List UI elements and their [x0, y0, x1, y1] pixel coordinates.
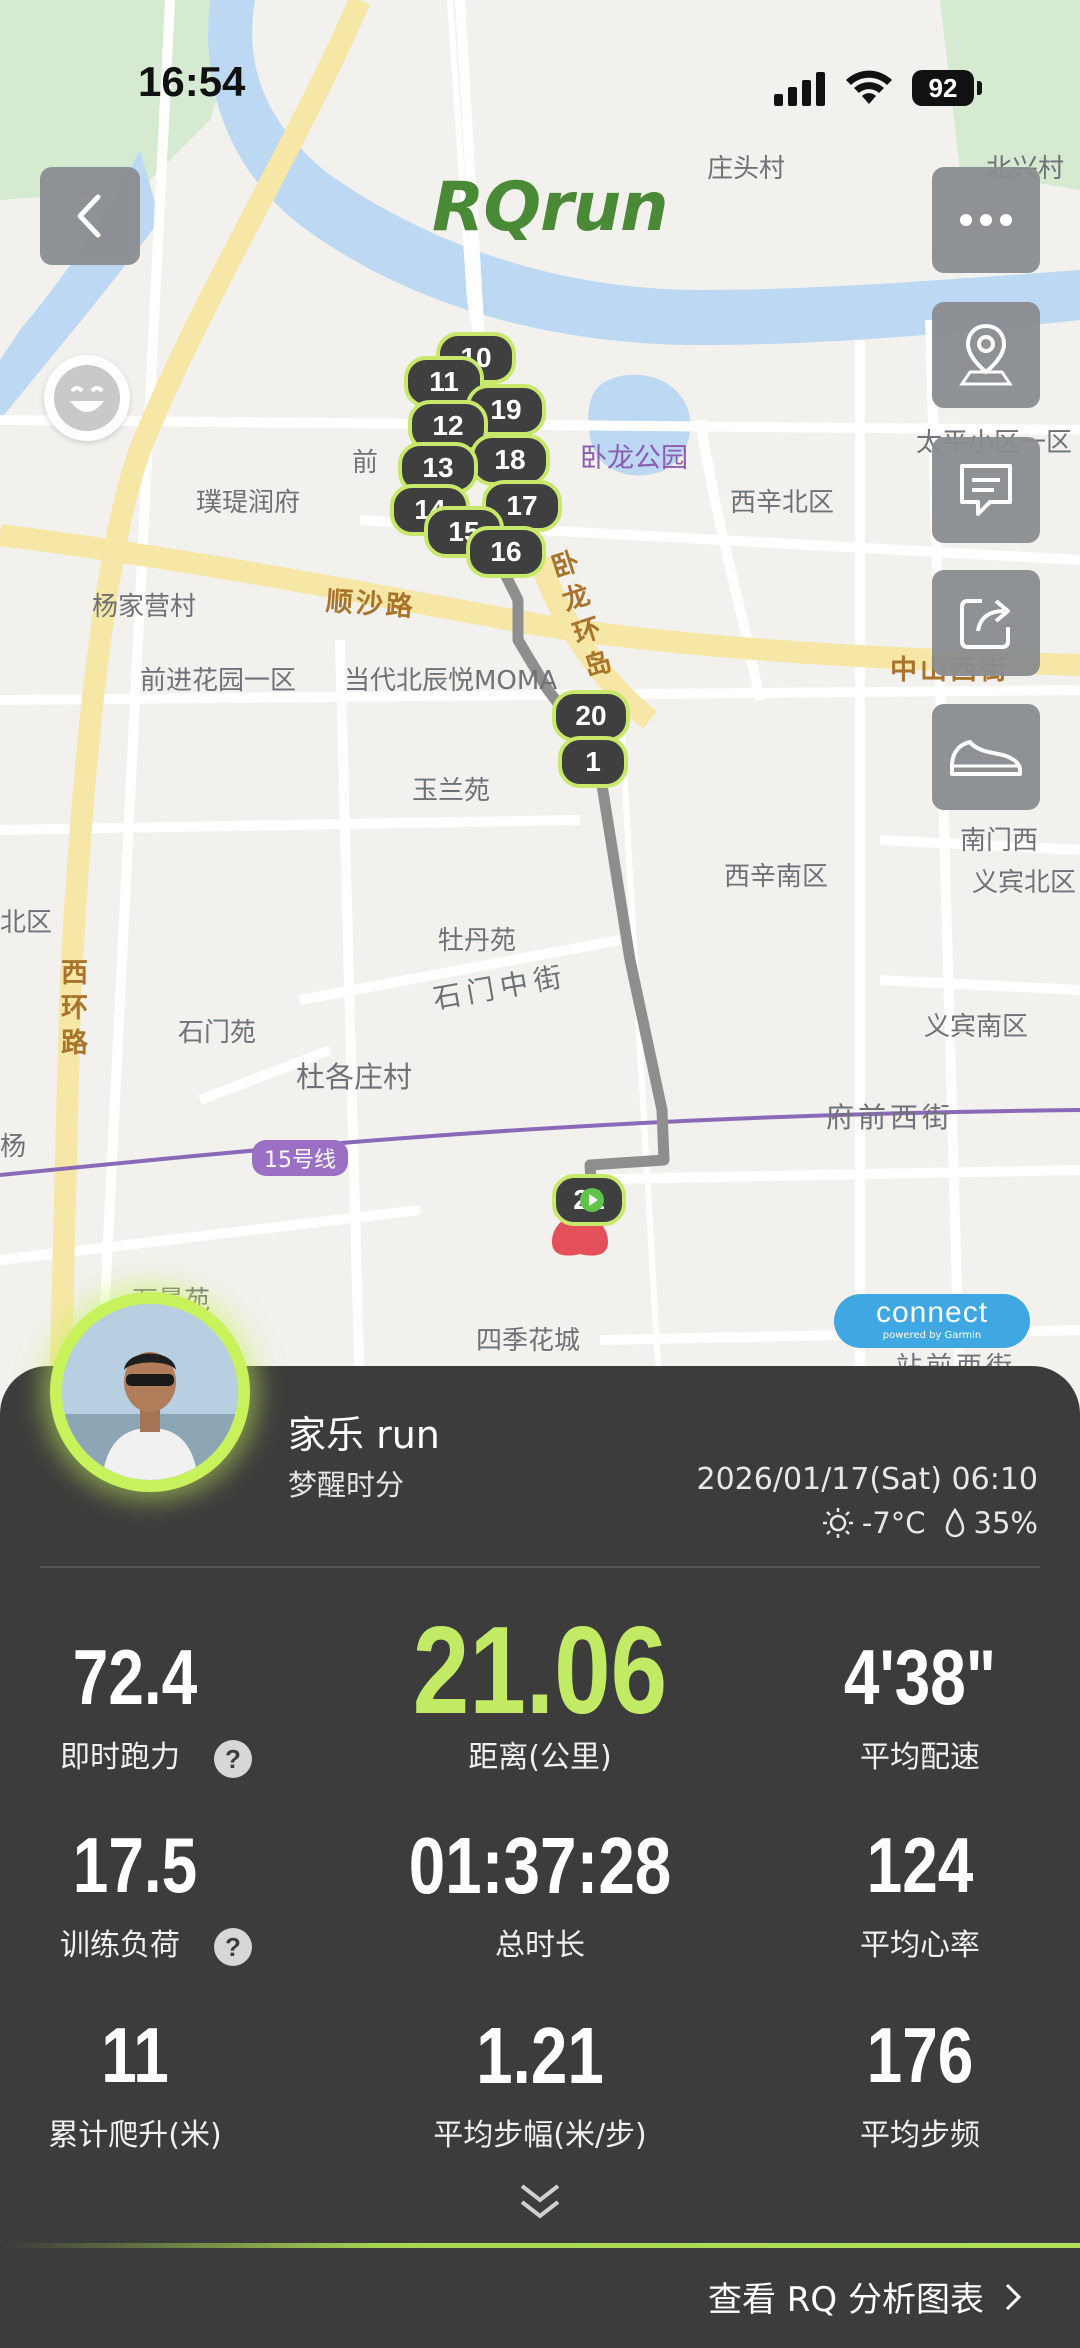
- chevron-right-icon: [1005, 2283, 1022, 2310]
- battery-indicator: 92: [912, 70, 974, 106]
- metro-line-badge: 15号线: [252, 1140, 348, 1176]
- map-label: 西辛北区: [730, 488, 835, 518]
- running-power-value: 72.4: [72, 1633, 198, 1721]
- map-label: 前进花园一区: [140, 666, 297, 696]
- map-label: 卧龙公园: [580, 443, 688, 474]
- avg-pace-label: 平均配速: [860, 1740, 980, 1775]
- elevation-label: 累计爬升(米): [48, 2118, 222, 2153]
- more-icon: [960, 214, 1012, 226]
- map-label: 西辛南区: [724, 862, 829, 892]
- avatar-photo: [62, 1304, 238, 1480]
- status-bar: 16:54 92: [0, 0, 1080, 170]
- shoe-icon: [950, 740, 1022, 776]
- running-power-label: 即时跑力?: [60, 1732, 300, 1778]
- stride-label: 平均步幅(米/步): [433, 2118, 647, 2153]
- training-load-label: 训练负荷?: [60, 1920, 300, 1966]
- status-time: 16:54: [138, 58, 246, 105]
- map-label: 牡丹苑: [438, 926, 517, 956]
- training-load-value: 17.5: [72, 1821, 198, 1909]
- battery-nub: [977, 81, 982, 95]
- map-label: 义宾北区: [972, 868, 1077, 898]
- more-button[interactable]: [932, 167, 1040, 273]
- avatar[interactable]: [50, 1292, 250, 1492]
- avg-hr-label: 平均心率: [860, 1928, 980, 1963]
- help-icon[interactable]: ?: [214, 1927, 252, 1966]
- weather: -7°C 35%: [822, 1506, 1038, 1540]
- stride-value: 1.21: [476, 2011, 604, 2100]
- map-label: 北区: [0, 908, 53, 938]
- distance-label: 距离(公里): [468, 1740, 612, 1775]
- map-label: 南门西: [960, 826, 1039, 856]
- brand-logo: RQrun: [432, 168, 669, 247]
- map-label: 璞瑅润府: [196, 488, 301, 518]
- cadence-label: 平均步频: [860, 2118, 980, 2153]
- duration-label: 总时长: [495, 1928, 585, 1963]
- avg-pace-value: 4'38": [843, 1633, 997, 1721]
- map-label: 当代北辰悦MOMA: [344, 666, 558, 696]
- chevron-left-icon: [77, 194, 101, 238]
- avg-hr-value: 124: [866, 1821, 974, 1909]
- shoe-button[interactable]: [932, 704, 1040, 810]
- share-button[interactable]: [932, 570, 1040, 676]
- rq-analysis-link[interactable]: 查看 RQ 分析图表: [708, 2272, 1022, 2321]
- km-marker[interactable]: 16: [466, 526, 546, 578]
- map-label: 杨家营村: [92, 592, 197, 622]
- share-icon: [960, 599, 1010, 649]
- rq-analysis-label: 查看 RQ 分析图表: [707, 2280, 984, 2320]
- km-marker[interactable]: 20: [552, 690, 630, 742]
- map-label: 杨: [0, 1132, 27, 1162]
- humidity: 35%: [973, 1506, 1038, 1540]
- accent-line: [0, 2243, 1080, 2248]
- map-label: 石门苑: [178, 1018, 257, 1048]
- divider: [40, 1566, 1040, 1568]
- humidity-icon: [945, 1508, 964, 1538]
- comment-icon: [960, 464, 1012, 516]
- map-label: 杜各庄村: [296, 1060, 413, 1094]
- km-marker[interactable]: 1: [558, 736, 628, 788]
- cadence-value: 176: [866, 2011, 974, 2099]
- location-button[interactable]: [932, 302, 1040, 408]
- temperature: -7°C: [861, 1506, 926, 1540]
- back-button[interactable]: [40, 167, 140, 265]
- map-label: 四季花城: [476, 1326, 581, 1356]
- help-icon[interactable]: ?: [214, 1739, 252, 1778]
- map-label: 前: [352, 448, 379, 478]
- sun-icon: [822, 1508, 853, 1538]
- garmin-connect-logo: connect powered by Garmin: [834, 1294, 1030, 1348]
- map-label: 顺沙路: [324, 585, 417, 624]
- elevation-value: 11: [101, 2011, 169, 2099]
- smiley-icon[interactable]: [44, 355, 130, 441]
- map-label: 府前西街: [826, 1101, 955, 1134]
- start-icon: [580, 1188, 604, 1212]
- map-label: 义宾南区: [924, 1012, 1029, 1042]
- duration-value: 01:37:28: [408, 1821, 672, 1910]
- comment-button[interactable]: [932, 437, 1040, 543]
- run-datetime: 2026/01/17(Sat) 06:10: [696, 1462, 1039, 1497]
- user-subtitle: 梦醒时分: [288, 1468, 405, 1502]
- map-label: 玉兰苑: [412, 776, 491, 806]
- km-marker[interactable]: 18: [470, 434, 550, 486]
- wifi-icon: [846, 70, 892, 104]
- map-label: 西环路: [56, 958, 87, 1063]
- signal-icon: [774, 72, 825, 106]
- expand-chevron-icon[interactable]: [516, 2180, 564, 2224]
- distance-value: 21.06: [412, 1602, 668, 1740]
- location-pin-icon: [959, 323, 1013, 386]
- user-name[interactable]: 家乐 run: [288, 1404, 440, 1459]
